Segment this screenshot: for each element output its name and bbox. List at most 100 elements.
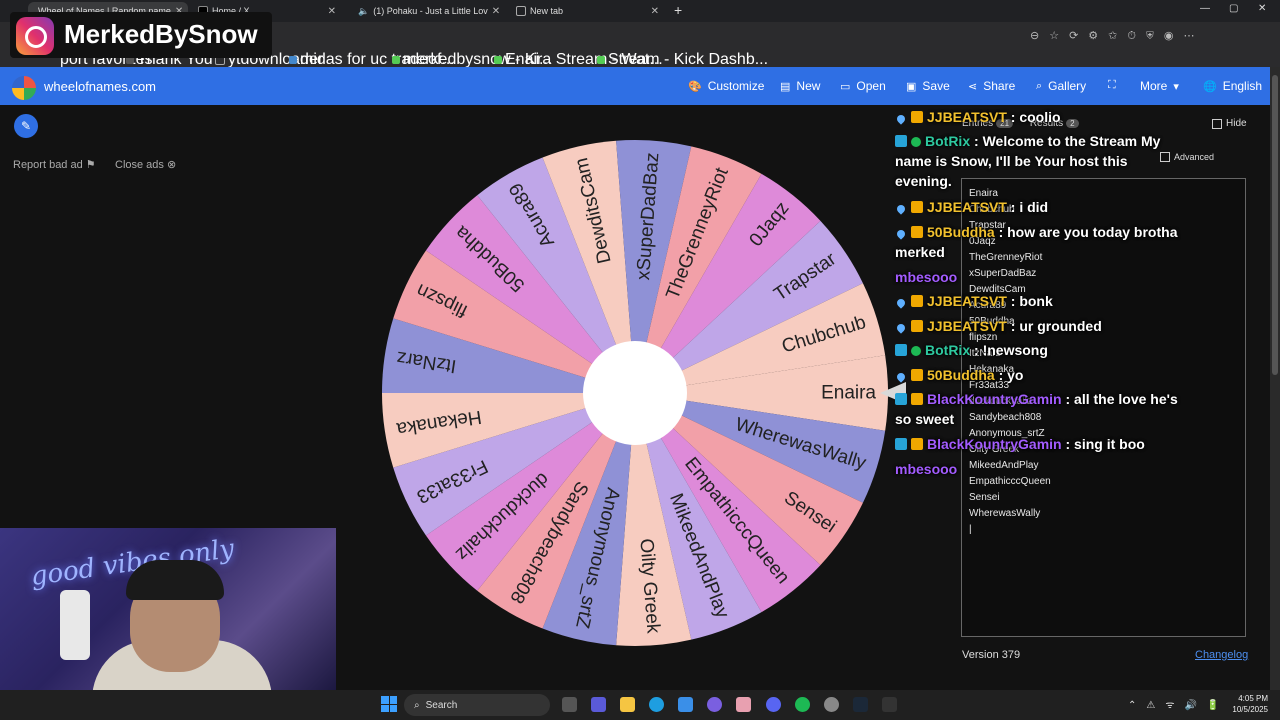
tab-label: (1) Pohaku - Just a Little Lov	[373, 6, 488, 16]
folder-open-icon: ▭	[840, 80, 851, 93]
report-ad-label: Report bad ad	[13, 159, 83, 171]
windows-start-icon[interactable]	[381, 696, 397, 712]
menu-label: More	[1140, 79, 1168, 93]
text-caret: |	[969, 524, 972, 535]
store-icon[interactable]	[678, 697, 693, 712]
teams-icon[interactable]	[591, 697, 606, 712]
menu-label: New	[796, 79, 821, 93]
obs-icon[interactable]	[882, 697, 897, 712]
more-button[interactable]: More ▾	[1140, 79, 1179, 93]
share-button[interactable]: ⋖ Share	[968, 79, 1015, 93]
chat-message: 50Buddha : how are you today brotha merk…	[895, 222, 1185, 262]
steam-icon[interactable]	[853, 697, 868, 712]
pencil-icon: ✎	[20, 119, 32, 133]
app-icon[interactable]	[736, 697, 751, 712]
floppy-icon: ▣	[906, 80, 917, 93]
speaker-icon[interactable]: 🔈	[358, 6, 369, 17]
edit-pencil-button[interactable]: ✎	[14, 114, 38, 138]
customize-button[interactable]: 🎨 Customize	[688, 79, 764, 93]
save-button[interactable]: ▣ Save	[906, 79, 950, 93]
crown-badge-icon	[911, 369, 923, 381]
chat-username: mbesooo	[895, 269, 958, 285]
kick-favicon-icon	[597, 55, 605, 64]
open-button[interactable]: ▭ Open	[840, 79, 886, 93]
chat-message: BotRix : !newsong	[895, 340, 1185, 360]
fullscreen-icon: ⛶	[1108, 79, 1116, 91]
chat-text: : !newsong	[970, 342, 1048, 358]
search-label: Search	[425, 699, 458, 711]
menu-label: Gallery	[1048, 79, 1087, 93]
spotify-icon[interactable]	[795, 697, 810, 712]
crown-badge-icon	[911, 438, 923, 450]
chat-message: JJBEATSVT : i did	[895, 197, 1185, 217]
flag-icon: ⚑	[85, 159, 96, 171]
tab-new-tab[interactable]: New tab ✕	[510, 2, 665, 20]
close-tab-icon[interactable]: ✕	[328, 6, 336, 17]
gallery-button[interactable]: ⌕ Gallery	[1036, 79, 1086, 93]
chat-text: : ur grounded	[1006, 318, 1102, 334]
tab-pohaku[interactable]: 🔈 (1) Pohaku - Just a Little Lov ✕	[348, 2, 506, 20]
file-explorer-icon[interactable]	[620, 697, 635, 712]
chat-username: JJBEATSVT	[927, 199, 1007, 215]
drop-badge-icon	[895, 322, 907, 334]
wheel-center-hub[interactable]	[583, 341, 687, 445]
scrollbar-thumb[interactable]	[1272, 75, 1278, 375]
menu-label: Open	[856, 79, 886, 93]
report-bad-ad-link[interactable]: Report bad ad ⚑	[13, 158, 96, 171]
chat-message: 50Buddha : yo	[895, 365, 1185, 385]
copilot-icon[interactable]	[707, 697, 722, 712]
chat-text: : sing it boo	[1061, 436, 1145, 452]
new-tab-favicon-icon	[516, 6, 526, 16]
menu-label: Save	[922, 79, 950, 93]
fullscreen-button[interactable]: ⛶	[1108, 79, 1116, 92]
close-ads-link[interactable]: Close ads ⊗	[115, 158, 176, 171]
bot-badge-icon	[895, 393, 907, 405]
close-tab-icon[interactable]: ✕	[492, 6, 500, 17]
streamer-headset	[126, 560, 224, 600]
minimize-icon[interactable]: —	[1200, 3, 1210, 14]
clock-date: 10/5/2025	[1232, 705, 1268, 714]
maximize-icon[interactable]: ▢	[1229, 3, 1238, 14]
chat-message: mbesooo	[895, 459, 1185, 479]
edge-icon[interactable]	[649, 697, 664, 712]
new-tab-plus-icon[interactable]: +	[674, 2, 682, 18]
fav-kick-dashboard[interactable]: Stream - Kick Dashb...	[597, 51, 768, 68]
chat-text: : bonk	[1006, 293, 1053, 309]
instagram-handle: MerkedBySnow	[64, 19, 258, 49]
chat-username: BotRix	[925, 342, 971, 358]
menu-label: English	[1222, 79, 1263, 93]
hide-checkbox[interactable]: Hide	[1212, 118, 1247, 129]
close-tab-icon[interactable]: ✕	[651, 6, 659, 17]
close-window-icon[interactable]: ✕	[1258, 3, 1266, 14]
search-icon: ⌕	[1036, 79, 1043, 92]
discord-icon[interactable]	[766, 697, 781, 712]
favicon-icon	[289, 55, 297, 64]
entry-line[interactable]: Sensei	[969, 492, 1000, 503]
drop-badge-icon	[895, 203, 907, 215]
windows-taskbar	[0, 690, 1280, 720]
chat-message: JJBEATSVT : bonk	[895, 291, 1185, 311]
wheel-logo-icon[interactable]	[12, 76, 36, 100]
search-icon: ⌕	[414, 699, 420, 711]
chat-message: JJBEATSVT : ur grounded	[895, 316, 1185, 336]
changelog-link[interactable]: Changelog	[1195, 649, 1248, 661]
language-button[interactable]: 🌐 English	[1203, 79, 1262, 93]
new-button[interactable]: ▤ New	[780, 79, 820, 93]
brand-title[interactable]: wheelofnames.com	[44, 79, 156, 94]
chat-username: 50Buddha	[927, 224, 995, 240]
browser-toolbar-icons[interactable]: ⊖☆⟳⚙✩⏱⛨◉⋯	[1030, 29, 1204, 43]
share-icon: ⋖	[968, 80, 978, 93]
entry-line[interactable]: WherewasWally	[969, 508, 1040, 519]
name-wheel[interactable]: EnairaWherewasWallySenseiEmpathicccQueen…	[380, 138, 890, 648]
taskbar-clock[interactable]: 4:05 PM 10/5/2025	[1208, 693, 1268, 715]
chat-username: JJBEATSVT	[927, 293, 1007, 309]
taskbar-search[interactable]: ⌕ Search	[404, 694, 550, 716]
task-view-icon[interactable]	[562, 697, 577, 712]
chat-message: JJBEATSVT : coolio	[895, 107, 1185, 127]
chat-text: : i did	[1006, 199, 1049, 215]
crown-badge-icon	[911, 226, 923, 238]
crown-badge-icon	[911, 393, 923, 405]
chat-message: BlackKountryGamin : sing it boo	[895, 434, 1185, 454]
drop-badge-icon	[895, 228, 907, 240]
settings-gear-icon[interactable]	[824, 697, 839, 712]
